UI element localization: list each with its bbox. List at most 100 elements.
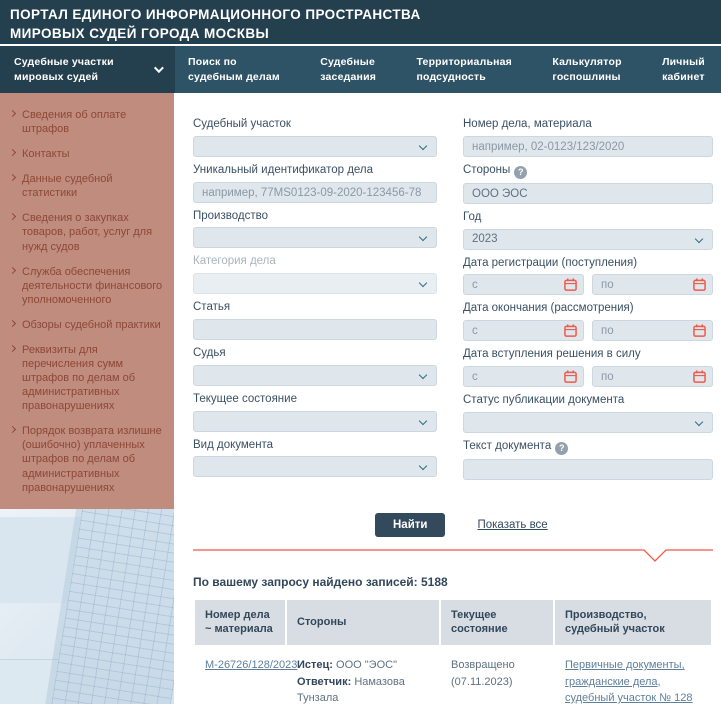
- category-label: Категория дела: [193, 255, 437, 269]
- nav-item-court-sites[interactable]: Судебные участки мировых судей: [0, 46, 175, 93]
- production-link[interactable]: Первичные документы, гражданские дела, с…: [565, 659, 693, 704]
- plaintiff-label: Истец:: [297, 659, 333, 671]
- help-icon[interactable]: ?: [555, 442, 568, 455]
- sidebar: Сведения об оплате штрафов Контакты Данн…: [0, 93, 174, 509]
- doc-text-group: Текст документа?: [463, 440, 713, 480]
- defendant-label: Ответчик:: [297, 676, 351, 688]
- help-icon[interactable]: ?: [514, 166, 527, 179]
- pub-status-select[interactable]: [463, 412, 713, 433]
- calendar-icon[interactable]: [693, 370, 706, 383]
- left-column: Сведения об оплате штрафов Контакты Данн…: [0, 93, 174, 704]
- nav-item-label: Судебные участки мировых судей: [14, 55, 114, 83]
- col-header-case-number[interactable]: Номер дела ~ материала: [195, 600, 285, 646]
- reg-date-from-field: [463, 274, 584, 295]
- plaintiff-name: ООО "ЭОС": [336, 659, 397, 671]
- parties-label-text: Стороны: [463, 164, 510, 176]
- nav-item-case-search[interactable]: Поиск по судебным делам: [188, 55, 280, 83]
- doc-text-label-text: Текст документа: [463, 440, 551, 452]
- col-header-current-state: Текущее состояние: [441, 600, 553, 646]
- nav-item-personal-account[interactable]: Личный кабинет: [662, 55, 705, 83]
- uid-input[interactable]: [194, 183, 436, 202]
- end-date-to-field: [592, 320, 713, 341]
- results-summary: По вашему запросу найдено записей: 5188: [193, 575, 713, 589]
- sidebar-item-fine-refund-procedure[interactable]: Порядок возврата излишне (ошибочно) упла…: [10, 424, 164, 494]
- chevron-right-icon: [9, 320, 16, 327]
- chevron-down-icon: [419, 371, 427, 379]
- chevron-down-icon: [419, 142, 427, 150]
- sidebar-item-label: Порядок возврата излишне (ошибочно) упла…: [22, 424, 164, 494]
- calendar-icon[interactable]: [564, 278, 577, 291]
- doc-text-label: Текст документа?: [463, 440, 713, 455]
- results-table: Номер дела ~ материала Стороны Текущее с…: [193, 598, 713, 704]
- category-group: Категория дела: [193, 255, 437, 294]
- help-glyph: ?: [518, 167, 524, 178]
- end-date-group: Дата окончания (рассмотрения): [463, 302, 713, 341]
- parties-input[interactable]: [464, 184, 712, 203]
- portal-page: Портал единого информационного пространс…: [0, 0, 721, 704]
- court-site-select[interactable]: [193, 136, 437, 157]
- chevron-right-icon: [9, 267, 16, 274]
- chevron-right-icon: [9, 149, 16, 156]
- current-state-group: Текущее состояние: [193, 393, 437, 432]
- uid-label: Уникальный идентификатор дела: [193, 164, 437, 178]
- chevron-right-icon: [9, 345, 16, 352]
- chevron-down-icon: [695, 234, 703, 242]
- judge-select[interactable]: [193, 365, 437, 386]
- sidebar-item-practice-reviews[interactable]: Обзоры судебной практики: [10, 318, 164, 332]
- section-divider: [193, 549, 713, 563]
- proceeding-select[interactable]: [193, 227, 437, 248]
- nav-rest: Поиск по судебным делам Судебные заседан…: [175, 46, 721, 93]
- year-selected-value: 2023: [472, 233, 498, 245]
- col-header-production: Производство, судебный участок: [555, 600, 711, 646]
- sidebar-item-fine-transfer-details[interactable]: Реквизиты для перечисления сумм штрафов …: [10, 343, 164, 413]
- chevron-right-icon: [9, 426, 16, 433]
- nav-item-fee-calculator[interactable]: Калькулятор госпошлины: [552, 55, 621, 83]
- doc-text-input[interactable]: [464, 460, 712, 479]
- court-site-group: Судебный участок: [193, 118, 437, 157]
- chevron-down-icon: [419, 462, 427, 470]
- doc-type-group: Вид документа: [193, 439, 437, 478]
- force-date-to-field: [592, 366, 713, 387]
- calendar-icon[interactable]: [693, 278, 706, 291]
- nav-item-territorial-jurisdiction[interactable]: Территориальная подсудность: [416, 55, 512, 83]
- sidebar-item-label: Контакты: [22, 147, 70, 161]
- end-date-label: Дата окончания (рассмотрения): [463, 302, 713, 316]
- calendar-icon[interactable]: [693, 324, 706, 337]
- parties-group: Стороны?: [463, 164, 713, 204]
- article-label: Статья: [193, 301, 437, 315]
- sidebar-item-ombudsman-service[interactable]: Служба обеспечения деятельности финансов…: [10, 265, 164, 307]
- current-state-label: Текущее состояние: [193, 393, 437, 407]
- chevron-down-icon: [419, 279, 427, 287]
- main-content: Судебный участок Уникальный идентификато…: [174, 93, 721, 704]
- proceeding-label: Производство: [193, 210, 437, 224]
- show-all-link[interactable]: Показать все: [477, 519, 547, 531]
- page-title: Портал единого информационного пространс…: [0, 0, 721, 44]
- chevron-down-icon: [419, 233, 427, 241]
- calendar-icon[interactable]: [564, 370, 577, 383]
- year-group: Год 2023: [463, 211, 713, 250]
- find-button[interactable]: Найти: [375, 513, 445, 537]
- force-date-label: Дата вступления решения в силу: [463, 348, 713, 362]
- pub-status-group: Статус публикации документа: [463, 394, 713, 433]
- pub-status-label: Статус публикации документа: [463, 394, 713, 408]
- sidebar-item-contacts[interactable]: Контакты: [10, 147, 164, 161]
- case-number-input[interactable]: [464, 137, 712, 156]
- doc-text-field: [463, 459, 713, 480]
- sidebar-item-procurement[interactable]: Сведения о закупках товаров, работ, услу…: [10, 211, 164, 253]
- sidebar-item-statistics[interactable]: Данные судебной статистики: [10, 172, 164, 200]
- year-select[interactable]: 2023: [463, 229, 713, 250]
- category-select[interactable]: [193, 273, 437, 294]
- force-date-from-field: [463, 366, 584, 387]
- article-input[interactable]: [194, 320, 436, 339]
- calendar-icon[interactable]: [564, 324, 577, 337]
- nav-item-hearings[interactable]: Судебные заседания: [320, 55, 376, 83]
- chevron-right-icon: [9, 174, 16, 181]
- sidebar-item-label: Сведения об оплате штрафов: [22, 108, 164, 136]
- sidebar-item-fines-payment[interactable]: Сведения об оплате штрафов: [10, 108, 164, 136]
- table-header-row: Номер дела ~ материала Стороны Текущее с…: [195, 600, 711, 646]
- doc-type-select[interactable]: [193, 456, 437, 477]
- article-group: Статья: [193, 301, 437, 340]
- case-number-link[interactable]: М-26726/128/2023: [205, 659, 297, 671]
- uid-field: [193, 182, 437, 203]
- current-state-select[interactable]: [193, 411, 437, 432]
